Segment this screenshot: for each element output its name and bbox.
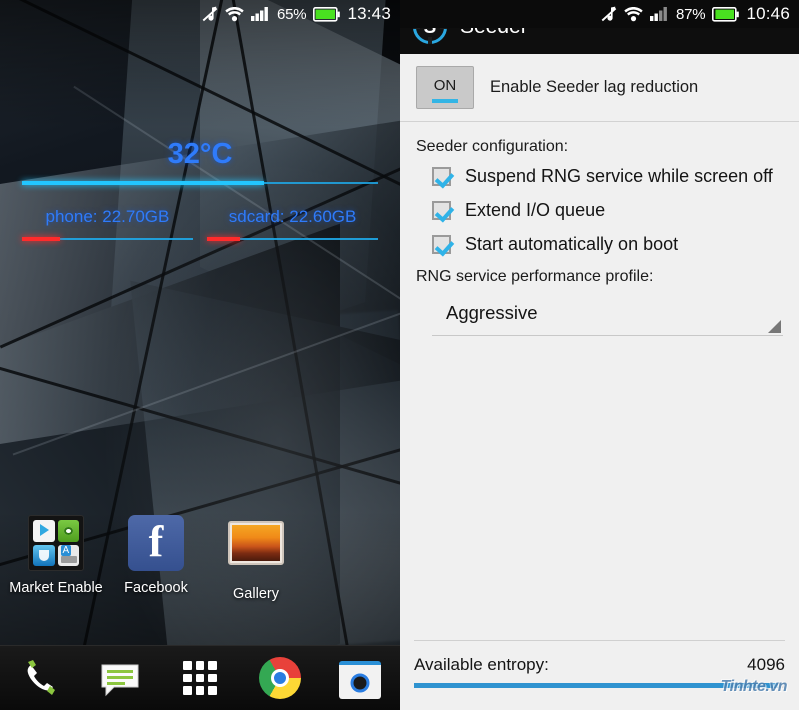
lag-reduction-toggle[interactable]: ON <box>416 66 474 109</box>
toggle-state-label: ON <box>433 76 457 94</box>
messaging-icon[interactable] <box>97 655 143 701</box>
home-app-row: Market Enable Facebook Gallery <box>0 515 400 602</box>
app-label: Gallery <box>233 586 279 602</box>
folder-icon[interactable] <box>28 515 84 571</box>
storage-sdcard-label: sdcard: 22.60GB <box>228 207 357 226</box>
gallery-icon[interactable] <box>228 521 284 577</box>
storage-sdcard-bar <box>207 237 378 241</box>
play-store-icon <box>33 520 55 542</box>
checkbox-suspend-rng[interactable] <box>432 167 451 186</box>
phone-icon[interactable] <box>17 655 63 701</box>
android-home-screen: 65% 13:43 32°C phone: 22.70GB sdcard: 22… <box>0 0 400 710</box>
shield-icon <box>33 544 55 566</box>
performance-profile-spinner[interactable]: Aggressive <box>432 290 783 336</box>
toggle-underline <box>432 99 458 103</box>
app-label: Facebook <box>124 580 188 596</box>
wifi-icon <box>225 6 244 22</box>
app-gallery[interactable]: Gallery <box>206 515 306 602</box>
dual-screenshot: 65% 13:43 32°C phone: 22.70GB sdcard: 22… <box>0 0 799 710</box>
signal-icon <box>251 6 270 22</box>
checkbox-extend-io-queue[interactable] <box>432 201 451 220</box>
app-drawer-icon[interactable] <box>177 655 223 701</box>
watermark: Tinhte.vn <box>720 678 788 695</box>
config-checkbox-list: Suspend RNG service while screen off Ext… <box>416 166 799 255</box>
temperature-bar <box>22 181 378 185</box>
app-label: Market Enable <box>9 580 103 596</box>
checkbox-label: Extend I/O queue <box>465 200 606 220</box>
seeder-configuration-section: Seeder configuration: Suspend RNG servic… <box>400 122 799 286</box>
checkbox-label: Start automatically on boot <box>465 234 679 254</box>
signal-icon <box>650 6 669 22</box>
storage-phone-label: phone: 22.70GB <box>45 207 170 226</box>
entropy-value: 4096 <box>747 655 785 674</box>
storage-row: phone: 22.70GB sdcard: 22.60GB <box>22 207 378 241</box>
mute-note-icon <box>202 6 218 23</box>
home-dock <box>0 645 400 710</box>
divider <box>414 640 785 641</box>
checkbox-start-on-boot[interactable] <box>432 235 451 254</box>
storage-sdcard-bar-fill <box>207 237 240 241</box>
clock-label: 13:43 <box>347 4 391 23</box>
toggle-description: Enable Seeder lag reduction <box>490 78 699 96</box>
app-market-enable[interactable]: Market Enable <box>6 515 106 602</box>
right-status-bar: 87% 10:46 <box>400 0 799 28</box>
checkbox-label: Suspend RNG service while screen off <box>465 166 773 186</box>
storage-phone[interactable]: phone: 22.70GB <box>22 207 193 241</box>
storage-phone-bar <box>22 237 193 241</box>
temperature-bar-fill <box>22 181 265 185</box>
wallpaper-vignette <box>0 0 400 710</box>
market-bag-icon <box>57 520 79 542</box>
storage-phone-bar-fill <box>22 237 60 241</box>
mute-note-icon <box>601 6 617 23</box>
profile-heading: RNG service performance profile: <box>416 268 654 285</box>
chevron-down-icon <box>768 320 781 333</box>
clock-label: 10:46 <box>746 4 790 23</box>
spinner-selected-value: Aggressive <box>446 302 538 323</box>
seeder-app-screen: 87% 10:46 S Seeder ON <box>400 0 799 710</box>
left-status-bar: 65% 13:43 <box>0 0 400 28</box>
system-monitor-widget[interactable]: 32°C phone: 22.70GB sdcard: 22.60GB <box>0 140 400 241</box>
battery-icon <box>313 6 341 22</box>
app-facebook[interactable]: Facebook <box>106 515 206 602</box>
battery-percent-label: 87% <box>676 5 706 23</box>
camera-icon[interactable] <box>337 655 383 701</box>
config-heading: Seeder configuration: <box>416 138 569 155</box>
entropy-label: Available entropy: <box>414 655 549 674</box>
battery-percent-label: 65% <box>277 5 307 23</box>
facebook-icon[interactable] <box>128 515 184 571</box>
battery-icon <box>712 6 740 22</box>
lag-reduction-toggle-row[interactable]: ON Enable Seeder lag reduction <box>400 54 799 122</box>
temperature-value: 32°C <box>167 138 233 170</box>
wifi-icon <box>624 6 643 22</box>
chrome-icon[interactable] <box>257 655 303 701</box>
profile-spinner-wrap: Aggressive <box>400 286 799 336</box>
checkbox-row[interactable]: Suspend RNG service while screen off <box>432 166 799 187</box>
wallpaper <box>0 0 400 710</box>
checkbox-row[interactable]: Extend I/O queue <box>432 200 799 221</box>
keyboard-icon <box>57 544 79 566</box>
storage-sdcard[interactable]: sdcard: 22.60GB <box>207 207 378 241</box>
checkbox-row[interactable]: Start automatically on boot <box>432 234 799 255</box>
